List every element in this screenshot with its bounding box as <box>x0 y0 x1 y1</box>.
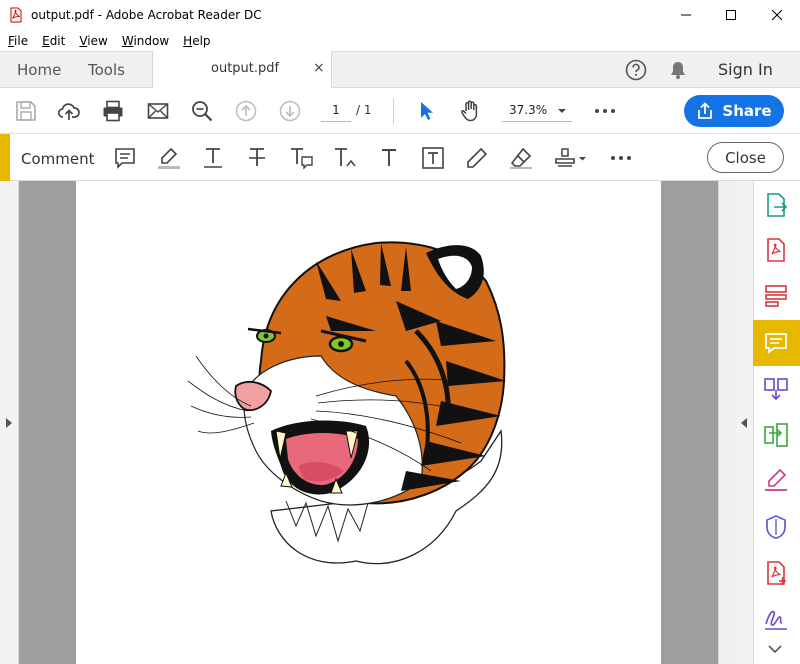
share-icon <box>698 102 713 119</box>
comment-toolbar-accent <box>0 134 10 181</box>
menu-window[interactable]: Window <box>122 34 169 48</box>
close-window-button[interactable] <box>754 0 800 30</box>
menu-help[interactable]: Help <box>183 34 210 48</box>
text-callout-icon[interactable] <box>333 146 357 170</box>
close-comment-button[interactable]: Close <box>707 142 784 173</box>
underline-text-icon[interactable] <box>201 146 225 170</box>
toolbar-divider <box>393 98 394 124</box>
text-box-icon[interactable] <box>421 146 445 170</box>
menu-view[interactable]: View <box>79 34 107 48</box>
zoom-level-value: 37.3% <box>509 103 548 117</box>
minimize-button[interactable] <box>663 0 709 30</box>
compress-pdf-icon[interactable] <box>763 560 789 586</box>
zoom-search-icon[interactable] <box>190 99 214 123</box>
previous-page-icon[interactable] <box>234 99 258 123</box>
document-tab-label: output.pdf <box>211 61 280 76</box>
sticky-note-icon[interactable] <box>113 146 137 170</box>
menu-file[interactable]: File <box>8 34 28 48</box>
protect-shield-icon[interactable] <box>763 514 789 540</box>
expand-left-panel-icon[interactable] <box>5 417 13 429</box>
close-tab-button[interactable]: × <box>313 60 325 76</box>
combine-files-icon[interactable] <box>763 376 789 402</box>
strikethrough-text-icon[interactable] <box>245 146 269 170</box>
comment-tool-icon[interactable] <box>763 330 789 356</box>
select-cursor-icon[interactable] <box>414 99 438 123</box>
tiger-head-illustration <box>187 241 506 565</box>
stamp-icon[interactable] <box>553 146 587 170</box>
comment-toolbar-title: Comment <box>21 150 95 168</box>
menu-edit[interactable]: Edit <box>42 34 65 48</box>
tab-bar: Home Tools output.pdf × Sign In <box>0 51 800 88</box>
pdf-file-icon <box>10 7 22 23</box>
window-title: output.pdf - Adobe Acrobat Reader DC <box>31 8 262 22</box>
export-pdf-icon[interactable] <box>763 192 789 218</box>
more-options-icon[interactable] <box>594 106 616 116</box>
add-text-comment-icon[interactable] <box>289 146 313 170</box>
tab-tools[interactable]: Tools <box>88 52 125 87</box>
right-panel-toggle-strip[interactable] <box>734 181 753 664</box>
eraser-icon[interactable] <box>509 146 533 170</box>
request-signature-icon[interactable] <box>763 606 789 632</box>
vertical-scrollbar[interactable] <box>718 181 734 664</box>
fill-sign-icon[interactable] <box>763 467 789 493</box>
highlight-text-icon[interactable] <box>157 146 181 170</box>
save-icon[interactable] <box>14 99 38 123</box>
collapse-right-panel-icon[interactable] <box>740 417 748 429</box>
maximize-button[interactable] <box>708 0 754 30</box>
print-icon[interactable] <box>101 99 125 123</box>
page-total: / 1 <box>356 103 372 117</box>
add-text-icon[interactable] <box>377 146 401 170</box>
next-page-icon[interactable] <box>278 99 302 123</box>
help-icon[interactable] <box>625 59 647 81</box>
close-icon <box>771 9 783 21</box>
page-number-input[interactable]: 1 <box>321 100 351 122</box>
email-icon[interactable] <box>146 99 170 123</box>
minimize-icon <box>681 14 691 16</box>
hand-tool-icon[interactable] <box>458 99 482 123</box>
maximize-icon <box>726 10 736 20</box>
edit-pdf-icon[interactable] <box>763 283 789 309</box>
sign-in-link[interactable]: Sign In <box>718 60 773 79</box>
create-pdf-icon[interactable] <box>763 237 789 263</box>
pdf-page <box>76 181 661 664</box>
organize-pages-icon[interactable] <box>763 422 789 448</box>
more-comment-tools-icon[interactable] <box>610 153 632 163</box>
scroll-tools-down-icon[interactable] <box>768 645 782 654</box>
pencil-draw-icon[interactable] <box>465 146 489 170</box>
tab-home[interactable]: Home <box>17 52 61 87</box>
bell-icon[interactable] <box>667 59 689 81</box>
cloud-upload-icon[interactable] <box>57 99 81 123</box>
share-button[interactable]: Share <box>684 95 784 127</box>
left-panel-collapsed[interactable] <box>0 181 19 664</box>
share-button-label: Share <box>722 102 772 120</box>
chevron-down-icon[interactable] <box>557 107 567 115</box>
tab-document[interactable]: output.pdf × <box>152 51 332 88</box>
menu-bar: File Edit View Window Help <box>0 30 800 51</box>
